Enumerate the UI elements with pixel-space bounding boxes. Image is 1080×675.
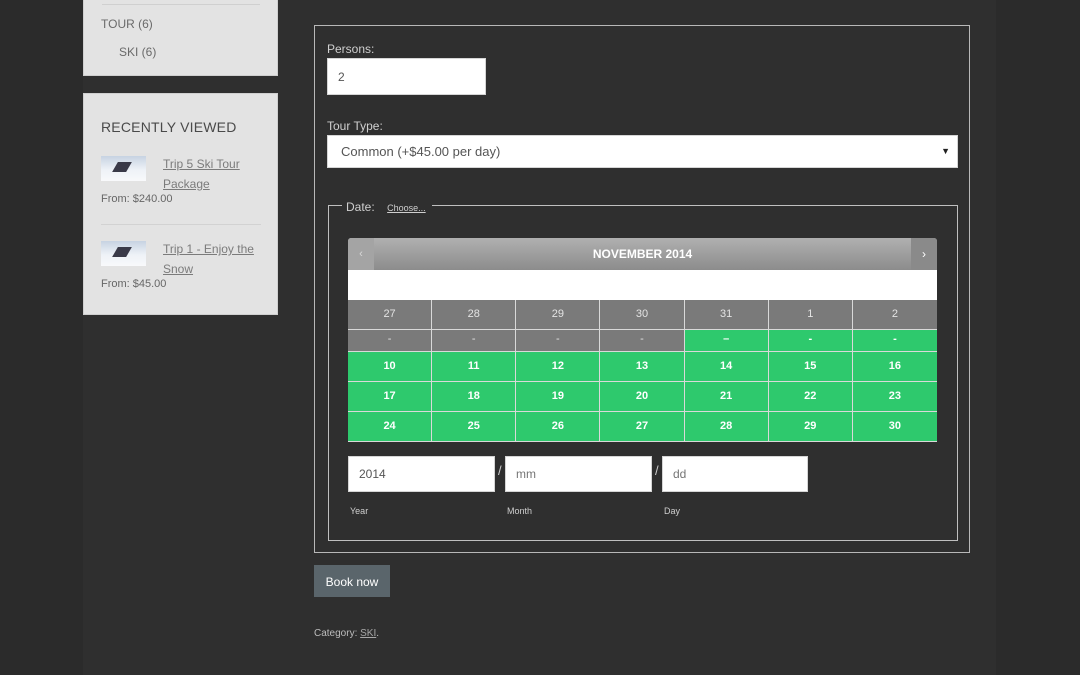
skier-thumbnail-icon[interactable] (101, 241, 146, 266)
calendar-day-cell[interactable]: 29 (768, 412, 853, 442)
tour-type-label: Tour Type: (327, 119, 383, 133)
calendar-day-cell[interactable]: 26 (516, 412, 601, 442)
date-fieldset: Date: Choose... ‹ NOVEMBER 2014 › 27 28 29… (328, 198, 958, 541)
calendar-day-cell[interactable]: 14 (684, 352, 769, 382)
category-suffix: . (376, 628, 380, 639)
chevron-down-icon: ▼ (941, 146, 950, 156)
category-link-tour[interactable]: TOUR (6) (101, 17, 153, 31)
widget-title: RECENTLY VIEWED (101, 119, 237, 135)
calendar-day-cell: - (348, 330, 433, 352)
calendar-day-cell[interactable]: 17 (348, 382, 433, 412)
calendar-day-cell[interactable]: 24 (348, 412, 433, 442)
book-now-button[interactable]: Book now (314, 565, 390, 597)
item-divider (101, 224, 261, 225)
tour-type-value: Common (+$45.00 per day) (341, 144, 501, 159)
calendar-day-cell[interactable]: 22 (768, 382, 853, 412)
date-separator: / (498, 463, 502, 478)
calendar-day-cell[interactable]: 16 (852, 352, 937, 382)
chevron-left-icon[interactable]: ‹ (348, 238, 374, 270)
calendar-day-cell[interactable]: - (852, 330, 937, 352)
year-label: Year (350, 506, 369, 516)
date-legend: Date: Choose... (342, 198, 432, 214)
calendar-day-cell: 28 (432, 300, 517, 330)
booking-form: Persons: Tour Type: Common (+$45.00 per … (314, 25, 970, 553)
calendar-day-cell[interactable]: 21 (684, 382, 769, 412)
day-label: Day (664, 506, 681, 516)
calendar-day-cell: 29 (516, 300, 601, 330)
calendar-month-title: NOVEMBER 2014 (592, 247, 693, 261)
calendar-day-cell[interactable]: - (768, 330, 853, 352)
tour-type-select[interactable]: Common (+$45.00 per day) ▼ (327, 135, 958, 168)
calendar-day-cell[interactable]: 27 (600, 412, 685, 442)
date-separator: / (655, 463, 659, 478)
calendar-day-cell[interactable]: 30 (852, 412, 937, 442)
price-text: From: $240.00 (101, 193, 173, 205)
calendar-day-cell[interactable]: 28 (684, 412, 769, 442)
calendar-day-cell[interactable]: 18 (432, 382, 517, 412)
price-text: From: $45.00 (101, 278, 167, 290)
calendar-day-cell[interactable]: 19 (516, 382, 601, 412)
calendar-day-cell: - (600, 330, 685, 352)
calendar-day-cell[interactable]: 11 (432, 352, 517, 382)
calendar-days-grid: 27 28 29 30 31 1 2- - - - – - -10 11 12 13 14 15 16 17 18 19 2… (348, 300, 937, 442)
skier-thumbnail-icon[interactable] (101, 156, 146, 181)
month-label: Month (507, 506, 533, 516)
calendar-day-cell: 1 (768, 300, 853, 330)
recently-viewed-link[interactable]: Trip 5 Ski Tour Package (163, 154, 263, 194)
calendar-day-cell[interactable]: 20 (600, 382, 685, 412)
calendar-day-cell[interactable]: 13 (600, 352, 685, 382)
month-input[interactable] (505, 456, 652, 492)
calendar-day-cell: - (516, 330, 601, 352)
recently-viewed-widget: RECENTLY VIEWED Trip 5 Ski Tour Package … (83, 93, 278, 315)
list-item: Trip 1 - Enjoy the Snow From: $45.00 (101, 241, 261, 301)
category-prefix: Category: (314, 628, 358, 639)
choose-date-link[interactable]: Choose... (387, 203, 426, 213)
calendar-day-cell[interactable]: 15 (768, 352, 853, 382)
day-input[interactable] (662, 456, 808, 492)
list-item: Trip 5 Ski Tour Package From: $240.00 (101, 156, 261, 216)
calendar-day-cell[interactable]: 23 (852, 382, 937, 412)
calendar-day-cell[interactable]: 12 (516, 352, 601, 382)
calendar-weekday-row (348, 270, 937, 300)
categories-widget: TOUR (6) SKI (6) (83, 0, 278, 76)
year-input[interactable] (348, 456, 495, 492)
persons-input[interactable] (327, 58, 486, 95)
calendar-header: ‹ NOVEMBER 2014 › (348, 238, 937, 270)
calendar-day-cell: - (432, 330, 517, 352)
category-link[interactable]: SKI (360, 628, 376, 639)
calendar: ‹ NOVEMBER 2014 › 27 28 29 30 31 1 2- - - - – - -10 1… (348, 238, 937, 442)
category-link-ski[interactable]: SKI (6) (119, 45, 156, 59)
persons-label: Persons: (327, 42, 375, 56)
date-label: Date: (346, 200, 375, 214)
calendar-day-cell: 30 (600, 300, 685, 330)
calendar-day-cell: 2 (852, 300, 937, 330)
calendar-day-cell: 31 (684, 300, 769, 330)
calendar-day-cell: 27 (348, 300, 433, 330)
calendar-day-cell[interactable]: 10 (348, 352, 433, 382)
recently-viewed-link[interactable]: Trip 1 - Enjoy the Snow (163, 239, 263, 279)
chevron-right-icon[interactable]: › (911, 238, 937, 270)
category-meta: Category: SKI. (314, 628, 379, 639)
calendar-day-cell[interactable]: 25 (432, 412, 517, 442)
widget-divider (102, 4, 260, 5)
calendar-day-cell[interactable]: – (684, 330, 769, 352)
